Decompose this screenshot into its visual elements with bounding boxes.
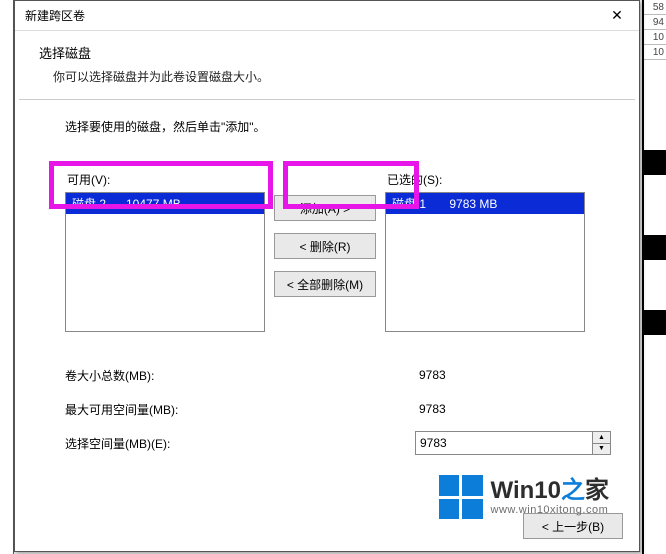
bg-num: 94 [644,15,666,30]
size-form: 卷大小总数(MB): 9783 最大可用空间量(MB): 9783 选择空间量(… [65,358,611,460]
disk-selection-area: 可用(V): 磁盘 2 10477 MB 添加(A) > < 删除(R) < 全… [65,171,611,332]
wizard-header: 选择磁盘 你可以选择磁盘并为此卷设置磁盘大小。 [15,31,639,99]
bg-stripe [644,235,666,260]
spin-up-button[interactable]: ▲ [593,432,610,444]
list-item[interactable]: 磁盘 1 9783 MB [386,193,584,214]
total-size-value: 9783 [415,368,611,382]
back-button[interactable]: < 上一步(B) [523,513,623,539]
close-icon: ✕ [611,7,623,24]
remove-all-button[interactable]: < 全部删除(M) [274,271,376,297]
close-button[interactable]: ✕ [595,1,639,31]
select-space-input[interactable] [416,432,592,454]
list-item[interactable]: 磁盘 2 10477 MB [66,193,264,214]
instruction-text: 选择要使用的磁盘，然后单击"添加"。 [65,118,611,135]
selected-label: 已选的(S): [385,171,585,188]
bg-num: 10 [644,30,666,45]
page-subtitle: 你可以选择磁盘并为此卷设置磁盘大小。 [39,68,615,85]
selected-disks-listbox[interactable]: 磁盘 1 9783 MB [385,192,585,332]
page-title: 选择磁盘 [39,43,615,62]
titlebar: 新建跨区卷 ✕ [15,1,639,31]
wizard-dialog: 新建跨区卷 ✕ 选择磁盘 你可以选择磁盘并为此卷设置磁盘大小。 选择要使用的磁盘… [14,0,640,552]
select-space-label: 选择空间量(MB)(E): [65,435,415,452]
bg-num: 58 [644,0,666,15]
window-title: 新建跨区卷 [25,7,595,24]
available-label: 可用(V): [65,171,265,188]
total-size-label: 卷大小总数(MB): [65,367,415,384]
bg-num: 10 [644,45,666,60]
wizard-body: 选择要使用的磁盘，然后单击"添加"。 可用(V): 磁盘 2 10477 MB … [15,100,639,468]
bg-stripe [644,310,666,335]
max-space-label: 最大可用空间量(MB): [65,401,415,418]
select-space-spinner: ▲ ▼ [415,431,611,455]
watermark-brand: Win10之家 [491,478,609,504]
wizard-footer: < 上一步(B) [523,513,623,539]
max-space-value: 9783 [415,402,611,416]
remove-button[interactable]: < 删除(R) [274,233,376,259]
spin-down-button[interactable]: ▼ [593,444,610,455]
available-disks-listbox[interactable]: 磁盘 2 10477 MB [65,192,265,332]
windows-logo-icon [439,475,483,519]
bg-stripe [644,150,666,175]
add-button[interactable]: 添加(A) > [274,195,376,221]
